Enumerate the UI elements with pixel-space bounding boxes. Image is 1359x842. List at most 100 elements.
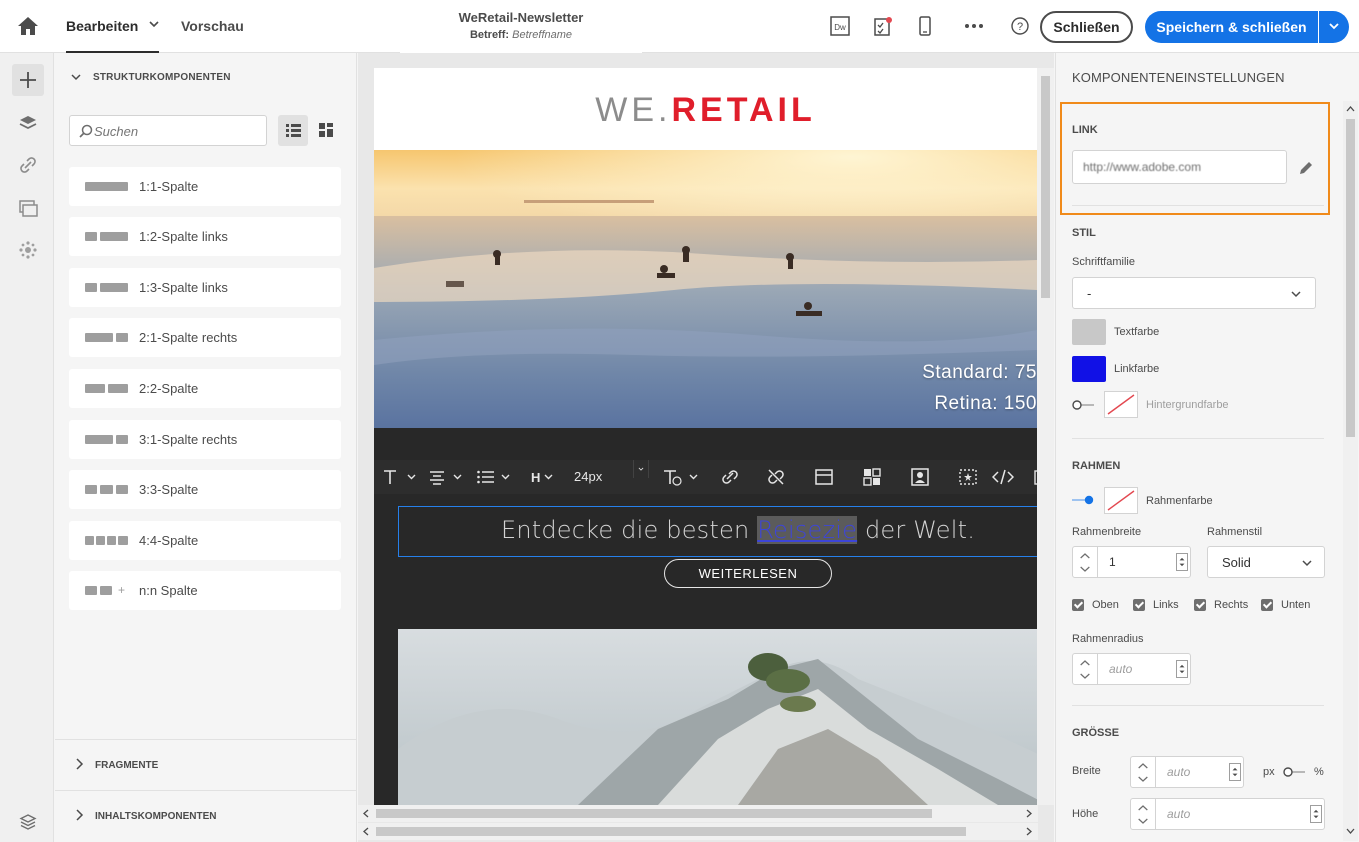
list-icon[interactable] xyxy=(476,468,512,486)
image-person-icon[interactable] xyxy=(910,468,930,486)
headline-link[interactable]: Reisezie xyxy=(757,516,858,544)
assets-icon xyxy=(19,200,38,217)
scroll-down-icon[interactable] xyxy=(1346,827,1355,835)
newsletter-text-block: H 24px Entdecke die besten Reisezie der … xyxy=(374,428,1037,805)
list-view-button[interactable] xyxy=(278,115,308,146)
scroll-left-icon[interactable] xyxy=(362,827,370,836)
content-components-section[interactable]: INHALTSKOMPONENTEN xyxy=(55,790,357,840)
text-color-swatch[interactable] xyxy=(1072,319,1106,345)
rail-bottom-tool[interactable] xyxy=(12,805,44,837)
search-box xyxy=(69,115,267,146)
border-style-select[interactable]: Solid xyxy=(1207,546,1325,578)
close-button[interactable]: Schließen xyxy=(1040,11,1133,43)
border-top-checkbox[interactable] xyxy=(1072,599,1084,611)
grid-view-button[interactable] xyxy=(311,115,341,146)
spin-icon[interactable] xyxy=(1176,553,1188,571)
scrollbar-thumb[interactable] xyxy=(1041,76,1050,298)
tab-preview[interactable]: Vorschau xyxy=(181,0,244,53)
more-icon[interactable] xyxy=(964,16,984,36)
stepper-arrows-icon[interactable] xyxy=(1073,547,1098,577)
spin-icon[interactable] xyxy=(1229,763,1241,781)
structure-components-header[interactable]: STRUKTURKOMPONENTEN xyxy=(71,72,231,83)
rail-add-components[interactable] xyxy=(12,64,44,96)
layout-block-icon[interactable] xyxy=(814,468,834,486)
scrollbar-thumb[interactable] xyxy=(1346,119,1355,437)
hero-image[interactable]: Standard: 75 Retina: 150 xyxy=(374,150,1037,428)
border-right-checkbox[interactable] xyxy=(1194,599,1206,611)
width-stepper[interactable]: auto xyxy=(1130,756,1244,788)
height-stepper[interactable]: auto xyxy=(1130,798,1325,830)
component-1-1-column[interactable]: 1:1-Spalte xyxy=(69,167,341,206)
font-family-select[interactable]: - xyxy=(1072,277,1316,309)
tab-edit-label: Bearbeiten xyxy=(66,18,139,34)
checklist-icon[interactable] xyxy=(873,16,893,36)
component-1-2-column-left[interactable]: 1:2-Spalte links xyxy=(69,217,341,256)
chevron-down-icon[interactable] xyxy=(149,19,159,29)
canvas-vertical-scrollbar[interactable] xyxy=(1037,68,1054,805)
font-size-value[interactable]: 24px xyxy=(574,469,602,484)
edit-link-icon[interactable] xyxy=(1297,159,1315,177)
tab-edit[interactable]: Bearbeiten xyxy=(66,0,159,53)
home-icon[interactable] xyxy=(17,16,39,36)
fragments-section[interactable]: FRAGMENTE xyxy=(55,739,357,789)
mountain-image[interactable] xyxy=(398,629,1037,805)
scroll-up-icon[interactable] xyxy=(1346,105,1355,113)
border-color-swatch[interactable] xyxy=(1104,487,1138,514)
unit-toggle[interactable] xyxy=(1283,767,1305,777)
rail-layers[interactable] xyxy=(12,107,44,139)
border-radius-stepper[interactable]: auto xyxy=(1072,653,1191,685)
link-url-input[interactable] xyxy=(1073,151,1286,183)
grid-block-icon[interactable] xyxy=(862,468,882,486)
border-bottom-checkbox[interactable] xyxy=(1261,599,1273,611)
component-1-3-column-left[interactable]: 1:3-Spalte links xyxy=(69,268,341,307)
canvas-horizontal-scrollbar[interactable] xyxy=(358,805,1038,822)
stepper-arrows-icon[interactable] xyxy=(1073,654,1098,684)
mobile-preview-icon[interactable] xyxy=(915,16,935,36)
dreamweaver-icon[interactable]: Dw xyxy=(830,16,850,36)
save-close-button[interactable]: Speichern & schließen xyxy=(1145,11,1318,43)
scrollbar-thumb[interactable] xyxy=(376,827,966,836)
heading-icon[interactable]: H xyxy=(530,468,560,486)
link-icon[interactable] xyxy=(720,468,740,486)
scroll-left-icon[interactable] xyxy=(362,809,370,818)
read-more-button[interactable]: WEITERLESEN xyxy=(664,559,832,588)
selection-icon[interactable] xyxy=(958,468,978,486)
settings-scrollbar[interactable] xyxy=(1343,101,1358,841)
headline-text[interactable]: Entdecke die besten Reisezie der Welt. xyxy=(398,516,1037,544)
code-icon[interactable] xyxy=(992,468,1014,486)
scroll-right-icon[interactable] xyxy=(1025,827,1033,836)
page-horizontal-scrollbar[interactable] xyxy=(358,823,1038,840)
align-icon[interactable] xyxy=(428,468,464,486)
border-bottom-label: Unten xyxy=(1281,599,1311,611)
scroll-right-icon[interactable] xyxy=(1025,809,1033,818)
component-2-2-column[interactable]: 2:2-Spalte xyxy=(69,369,341,408)
stepper-arrows-icon[interactable] xyxy=(1131,757,1156,787)
text-format-icon[interactable] xyxy=(382,468,416,486)
font-size-chevron-icon[interactable] xyxy=(626,460,656,478)
component-4-4-column[interactable]: 4:4-Spalte xyxy=(69,521,341,560)
background-color-swatch[interactable] xyxy=(1104,391,1138,418)
rail-assets[interactable] xyxy=(12,192,44,224)
component-2-1-column-right[interactable]: 2:1-Spalte rechts xyxy=(69,318,341,357)
save-options-button[interactable] xyxy=(1319,11,1349,43)
search-input[interactable] xyxy=(94,122,262,140)
border-left-checkbox[interactable] xyxy=(1133,599,1145,611)
border-color-toggle[interactable] xyxy=(1072,495,1094,505)
rail-personalization[interactable] xyxy=(12,234,44,266)
link-color-swatch[interactable] xyxy=(1072,356,1106,382)
scrollbar-thumb[interactable] xyxy=(376,809,932,818)
spin-icon[interactable] xyxy=(1176,660,1188,678)
unlink-icon[interactable] xyxy=(766,468,786,486)
subject-label: Betreff: xyxy=(469,29,510,41)
stepper-arrows-icon[interactable] xyxy=(1131,799,1156,829)
spin-icon[interactable] xyxy=(1310,805,1322,823)
background-color-toggle[interactable] xyxy=(1072,400,1094,410)
component-3-1-column-right[interactable]: 3:1-Spalte rechts xyxy=(69,420,341,459)
text-style-icon[interactable] xyxy=(662,468,702,486)
brand-logo[interactable]: WE.RETAIL xyxy=(374,68,1037,150)
rail-links[interactable] xyxy=(12,149,44,181)
component-3-3-column[interactable]: 3:3-Spalte xyxy=(69,470,341,509)
component-n-n-column[interactable]: + n:n Spalte xyxy=(69,571,341,610)
help-icon[interactable]: ? xyxy=(1010,16,1030,36)
border-width-stepper[interactable]: 1 xyxy=(1072,546,1191,578)
